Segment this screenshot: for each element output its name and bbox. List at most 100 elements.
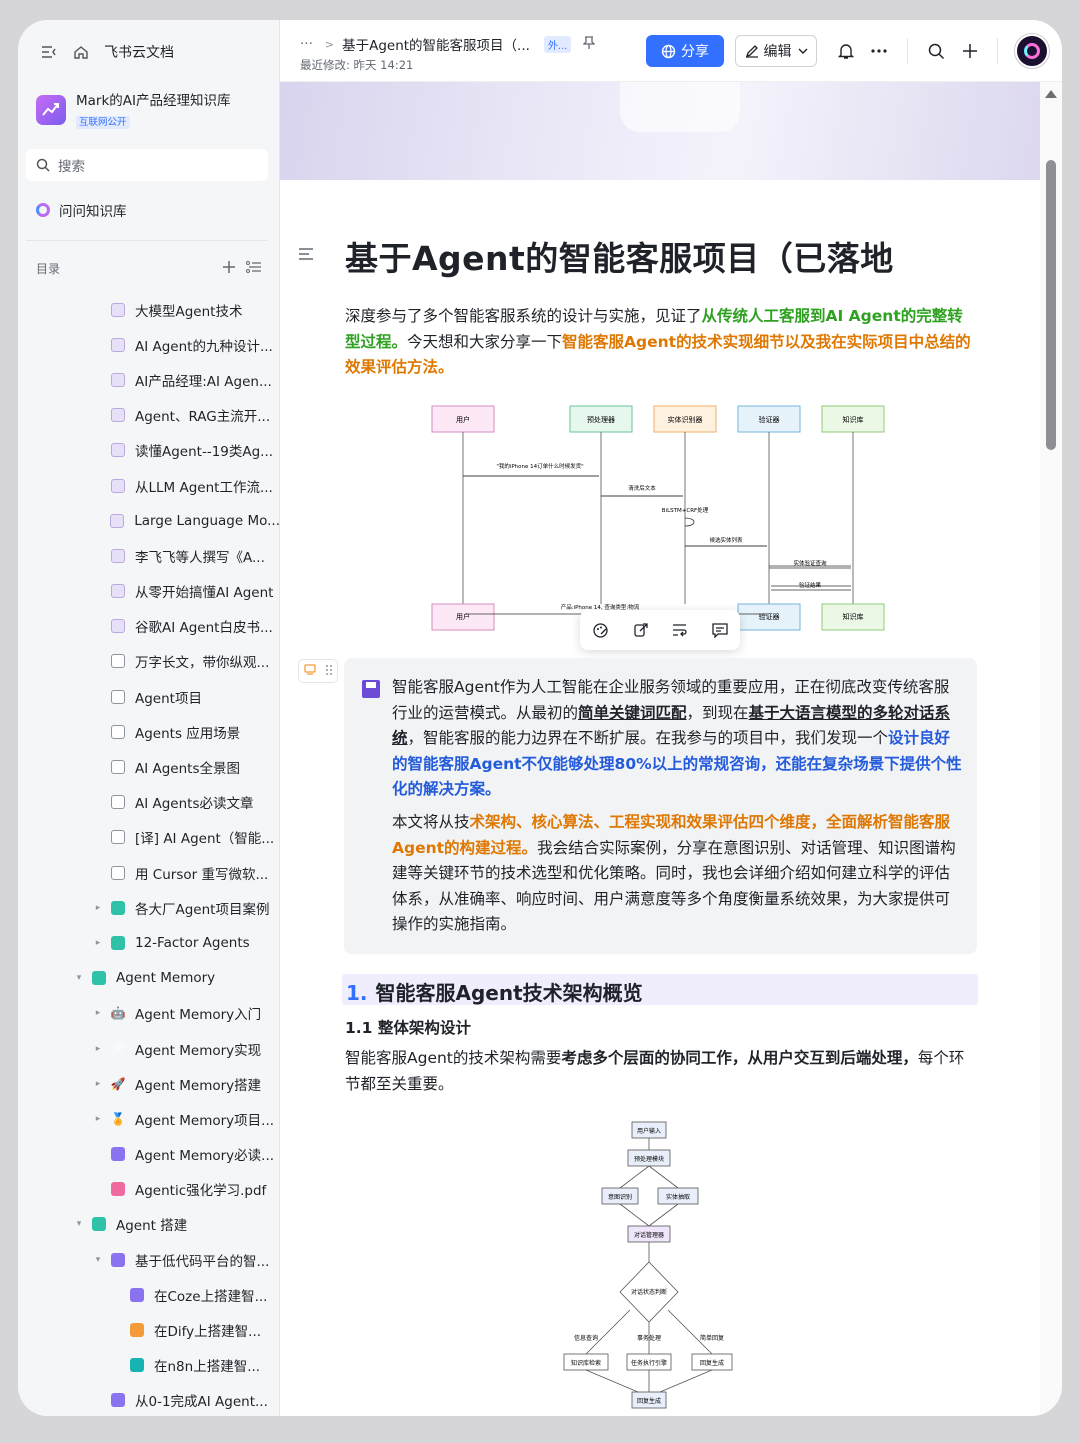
home-icon[interactable] xyxy=(72,43,90,61)
more-breadcrumb-button[interactable]: ··· xyxy=(300,36,313,52)
caret-down-icon[interactable]: ▾ xyxy=(74,1219,84,1229)
tree-item[interactable]: 读懂Agent--19类Ag... xyxy=(18,433,280,468)
caret-right-icon[interactable]: ▸ xyxy=(93,1079,103,1089)
mind-document-icon xyxy=(111,689,125,704)
tree-item[interactable]: Agentic强化学习.pdf xyxy=(18,1172,280,1207)
tree-item[interactable]: Agent、RAG主流开... xyxy=(18,398,280,433)
caret-down-icon[interactable]: ▾ xyxy=(74,973,84,983)
green-document-icon xyxy=(111,935,125,950)
tree-item-label: Large Language Mo... xyxy=(134,512,280,529)
block-handle[interactable] xyxy=(298,659,338,683)
page-document-icon xyxy=(111,548,125,563)
tree-item[interactable]: 在n8n上搭建智... xyxy=(18,1348,280,1383)
tree-item[interactable]: ▾ Agent Memory xyxy=(18,961,280,996)
doc-document-icon xyxy=(111,865,125,880)
external-tag[interactable]: 外... xyxy=(543,35,572,53)
sidebar-header: 飞书云文档 xyxy=(40,42,174,62)
divider xyxy=(907,38,908,64)
tree-item-label: Agent项目 xyxy=(135,690,202,707)
add-icon[interactable] xyxy=(960,41,980,61)
breadcrumb-title[interactable]: 基于Agent的智能客服项目（... xyxy=(342,34,530,54)
callout-paragraph: 智能客服Agent作为人工智能在企业服务领域的重要应用，正在彻底改变传统客服行业… xyxy=(392,678,962,798)
tree-item-label: 在Coze上搭建智... xyxy=(154,1288,268,1305)
app-name[interactable]: 飞书云文档 xyxy=(104,42,174,62)
tree-item[interactable]: 在Coze上搭建智... xyxy=(18,1277,280,1312)
tree-item[interactable]: Large Language Mo... xyxy=(18,503,280,538)
add-icon[interactable] xyxy=(222,260,236,277)
tree-item[interactable]: 从零开始搞懂AI Agent xyxy=(18,574,280,609)
seq-actor-label: 用户 xyxy=(456,612,470,621)
pink-document-icon xyxy=(111,1182,125,1197)
tree-item-label: 从0-1完成AI Agent... xyxy=(135,1394,268,1411)
drag-handle-icon[interactable] xyxy=(326,664,332,678)
doc-document-icon xyxy=(111,654,125,669)
seq-message-label: BiLSTM+CRF处理 xyxy=(662,506,709,514)
more-options-icon[interactable] xyxy=(869,41,889,61)
tree-item-label: [译] AI Agent（智能... xyxy=(135,831,275,848)
tree-item-label: Agent Memory实现 xyxy=(135,1042,262,1059)
flow-node-label: 用户输入 xyxy=(637,1127,661,1135)
pencil-icon xyxy=(745,44,759,58)
tree-item[interactable]: 从LLM Agent工作流... xyxy=(18,468,280,503)
tree-item[interactable]: Agent Memory必读... xyxy=(18,1137,280,1172)
caret-down-icon[interactable]: ▾ xyxy=(93,1255,103,1265)
comment-icon[interactable] xyxy=(712,622,728,638)
list-view-icon[interactable] xyxy=(246,260,262,277)
wrap-text-icon[interactable] xyxy=(672,623,688,637)
scrollbar[interactable] xyxy=(1040,82,1062,1416)
link-icon[interactable] xyxy=(633,622,649,638)
tree-item[interactable]: AI Agents全景图 xyxy=(18,749,280,784)
page-document-icon xyxy=(111,478,125,493)
caret-right-icon[interactable]: ▸ xyxy=(93,1008,103,1018)
palette-icon[interactable] xyxy=(592,622,609,639)
search-input[interactable]: 搜索 xyxy=(26,149,268,181)
tree-item[interactable]: 从0-1完成AI Agent... xyxy=(18,1383,280,1416)
edit-button[interactable]: 编辑 xyxy=(735,35,817,67)
caret-right-icon[interactable]: ▸ xyxy=(93,1044,103,1054)
edit-label: 编辑 xyxy=(763,44,792,60)
search-icon[interactable] xyxy=(926,41,946,61)
tree-item-label: Agent 搭建 xyxy=(116,1218,188,1235)
tree-item[interactable]: ▾ Agent 搭建 xyxy=(18,1207,280,1242)
scroll-up-icon[interactable] xyxy=(1045,90,1057,98)
tree-item[interactable]: AI Agent的九种设计... xyxy=(18,327,280,362)
tree-item[interactable]: ▸ 各大厂Agent项目案例 xyxy=(18,890,280,925)
tree-item[interactable]: 在Dify上搭建智... xyxy=(18,1312,280,1347)
scrollbar-thumb[interactable] xyxy=(1046,160,1056,450)
ask-knowledge-base[interactable]: 问问知识库 xyxy=(36,200,127,220)
tree-item[interactable]: ▸ 🛠 Agent Memory实现 xyxy=(18,1031,280,1066)
caret-right-icon[interactable]: ▸ xyxy=(93,1114,103,1124)
cover-image xyxy=(280,82,1042,180)
tree-item[interactable]: ▸ 🏅 Agent Memory项目... xyxy=(18,1101,280,1136)
knowledge-base-header[interactable]: Mark的AI产品经理知识库 互联网公开 xyxy=(36,92,231,129)
share-button[interactable]: 分享 xyxy=(646,35,724,67)
tree-item[interactable]: AI产品经理:AI Agen... xyxy=(18,362,280,397)
avatar[interactable] xyxy=(1015,34,1049,68)
bell-icon[interactable] xyxy=(836,41,856,61)
tree-item-label: AI产品经理:AI Agen... xyxy=(135,373,272,390)
tree-item-label: Agentic强化学习.pdf xyxy=(135,1183,267,1200)
tree-item[interactable]: 李飞飞等人撰写《A... xyxy=(18,538,280,573)
pin-icon[interactable] xyxy=(582,35,597,53)
tree-item[interactable]: [译] AI Agent（智能... xyxy=(18,820,280,855)
tree-item[interactable]: 大模型Agent技术 xyxy=(18,292,280,327)
outline-icon[interactable] xyxy=(298,246,314,265)
tree-item[interactable]: AI Agents必读文章 xyxy=(18,785,280,820)
tree-item[interactable]: ▸ 12-Factor Agents xyxy=(18,925,280,960)
seq-actor-label: 验证器 xyxy=(759,415,780,424)
tree-item[interactable]: 万字长文，带你纵观... xyxy=(18,644,280,679)
tree-item[interactable]: Agent项目 xyxy=(18,679,280,714)
tree-item[interactable]: ▸ 🚀 Agent Memory搭建 xyxy=(18,1066,280,1101)
tree-item[interactable]: 用 Cursor 重写微软... xyxy=(18,855,280,890)
tree-item-label: AI Agents必读文章 xyxy=(135,796,254,813)
tree-item[interactable]: Agents 应用场景 xyxy=(18,714,280,749)
divider xyxy=(997,38,998,64)
tree-item[interactable]: ▾ 基于低代码平台的智... xyxy=(18,1242,280,1277)
caret-right-icon[interactable]: ▸ xyxy=(93,938,103,948)
tree-item[interactable]: 谷歌AI Agent白皮书... xyxy=(18,609,280,644)
caret-right-icon[interactable]: ▸ xyxy=(93,903,103,913)
knowledge-base-name: Mark的AI产品经理知识库 xyxy=(76,93,231,109)
collapse-sidebar-icon[interactable] xyxy=(40,43,58,61)
flow-node-label: 任务执行引擎 xyxy=(631,1359,667,1367)
tree-item[interactable]: ▸ 🤖 Agent Memory入门 xyxy=(18,996,280,1031)
